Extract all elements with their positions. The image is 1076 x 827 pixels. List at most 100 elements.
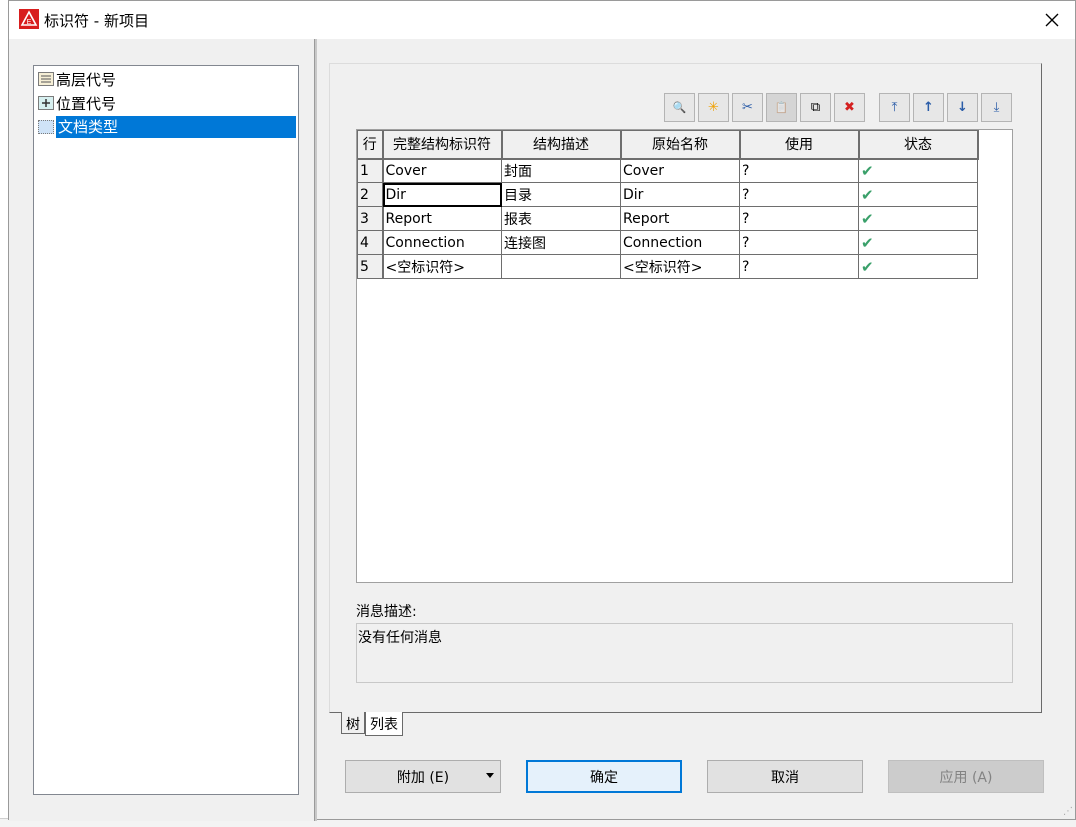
tree-item-high-level[interactable]: 高层代号 [38,68,116,90]
table-row[interactable]: 4 Connection 连接图 Connection ? ✔ [357,230,978,255]
row-number[interactable]: 4 [357,230,384,255]
table-row[interactable]: 5 <空标识符> <空标识符> ? ✔ [357,254,978,279]
message-label: 消息描述: [356,604,417,620]
cut-button[interactable]: ✂ [732,93,763,122]
ok-button[interactable]: 确定 [526,760,682,793]
arrow-bottom-icon: ⤓ [993,100,1000,115]
close-button[interactable] [1029,1,1075,39]
cell-original-name[interactable]: Report [620,206,740,231]
delete-button[interactable]: ✖ [834,93,865,122]
copy-icon: ⧉ [810,100,821,115]
apply-button[interactable]: 应用 (A) [888,760,1044,793]
checkmark-icon: ✔ [861,161,874,180]
title-bar[interactable]: E 标识符 - 新项目 [9,1,1075,39]
window-title: 标识符 - 新项目 [44,12,149,30]
move-down-button[interactable]: ↓ [947,93,978,122]
add-button-label: 附加 (E) [396,769,450,786]
cell-original-name[interactable]: <空标识符> [620,254,740,279]
tree-item-label: 文档类型 [56,116,296,138]
ok-button-label: 确定 [590,769,618,786]
tree-item-document-type[interactable]: 文档类型 [38,116,296,138]
move-toolbar: ⤒ ↑ ↓ ⤓ [879,93,1012,123]
checkmark-icon: ✔ [861,233,874,252]
new-button[interactable]: ✳ [698,93,729,122]
cell-use[interactable]: ? [739,206,859,231]
close-icon [1045,13,1059,27]
row-number[interactable]: 3 [357,206,384,231]
column-header-row[interactable]: 行 [357,130,384,160]
find-button[interactable]: 🔍 [664,93,695,122]
cell-description[interactable]: 目录 [501,182,621,207]
cancel-button[interactable]: 取消 [707,760,863,793]
cell-original-name[interactable]: Cover [620,158,740,183]
cell-full-id[interactable]: <空标识符> [382,254,502,279]
cell-description[interactable] [501,254,621,279]
tree-item-label: 高层代号 [56,70,117,89]
cell-description[interactable]: 封面 [501,158,621,183]
cell-description[interactable]: 报表 [501,206,621,231]
move-top-button[interactable]: ⤒ [879,93,910,122]
paste-icon: 📋 [774,101,789,114]
cell-full-id[interactable]: Report [382,206,502,231]
column-header-full-id[interactable]: 完整结构标识符 [382,130,503,160]
left-pane: 高层代号 位置代号 文档类型 [9,39,314,821]
cell-original-name[interactable]: Connection [620,230,740,255]
view-tabs: 树 列表 [341,712,403,736]
cell-use[interactable]: ? [739,230,859,255]
identifier-dialog: E 标识符 - 新项目 高层代号 位置代号 文档类型 🔍 ✳ ✂ 📋 ⧉ ✖ ⤒… [8,0,1076,821]
identifier-table[interactable]: 行 完整结构标识符 结构描述 原始名称 使用 状态 1 Cover 封面 Cov… [356,129,1013,583]
cell-full-id[interactable]: Dir [382,182,502,207]
svg-text:E: E [27,19,32,26]
tab-list[interactable]: 列表 [365,712,403,736]
move-up-button[interactable]: ↑ [913,93,944,122]
resize-grip-icon[interactable]: ⋰ [1063,806,1073,817]
table: 行 完整结构标识符 结构描述 原始名称 使用 状态 1 Cover 封面 Cov… [357,130,979,279]
tree-view[interactable]: 高层代号 位置代号 文档类型 [33,65,299,795]
tab-tree[interactable]: 树 [341,712,365,734]
cell-use[interactable]: ? [739,254,859,279]
cell-description[interactable]: 连接图 [501,230,621,255]
table-header-row: 行 完整结构标识符 结构描述 原始名称 使用 状态 [357,130,979,160]
add-button[interactable]: 附加 (E) [345,760,501,793]
row-number[interactable]: 5 [357,254,384,279]
table-row[interactable]: 2 Dir 目录 Dir ? ✔ [357,182,978,207]
paste-button[interactable]: 📋 [766,93,797,122]
cell-full-id[interactable]: Cover [382,158,502,183]
message-box[interactable]: 没有任何消息 [356,623,1013,683]
table-row[interactable]: 1 Cover 封面 Cover ? ✔ [357,158,978,183]
cell-full-id[interactable]: Connection [382,230,502,255]
column-header-original-name[interactable]: 原始名称 [620,130,741,160]
dotted-box-icon [38,120,54,134]
binoculars-icon: 🔍 [672,101,687,114]
app-logo-icon: E [19,9,39,29]
tree-item-location[interactable]: 位置代号 [38,92,116,114]
new-star-icon: ✳ [708,100,719,115]
row-number[interactable]: 2 [357,182,384,207]
table-row[interactable]: 3 Report 报表 Report ? ✔ [357,206,978,231]
row-number[interactable]: 1 [357,158,384,183]
cell-status[interactable]: ✔ [858,206,978,231]
splitter[interactable] [314,39,317,821]
copy-button[interactable]: ⧉ [800,93,831,122]
cell-status[interactable]: ✔ [858,158,978,183]
arrow-down-icon: ↓ [957,100,968,115]
cell-status[interactable]: ✔ [858,182,978,207]
column-header-description[interactable]: 结构描述 [501,130,622,160]
column-header-use[interactable]: 使用 [739,130,860,160]
cell-status[interactable]: ✔ [858,230,978,255]
cell-use[interactable]: ? [739,182,859,207]
apply-button-label: 应用 (A) [939,769,993,786]
delete-icon: ✖ [844,100,855,115]
cell-original-name[interactable]: Dir [620,182,740,207]
plus-box-icon [38,96,54,110]
tree-item-label: 位置代号 [56,94,117,113]
cell-status[interactable]: ✔ [858,254,978,279]
edit-toolbar: 🔍 ✳ ✂ 📋 ⧉ ✖ [664,93,865,123]
checkmark-icon: ✔ [861,185,874,204]
move-bottom-button[interactable]: ⤓ [981,93,1012,122]
cell-use[interactable]: ? [739,158,859,183]
list-panel: 🔍 ✳ ✂ 📋 ⧉ ✖ ⤒ ↑ ↓ ⤓ 行 完整结构标识符 结构描述 原始名称 … [329,63,1042,713]
chevron-down-icon [486,773,494,778]
list-icon [38,72,54,86]
column-header-status[interactable]: 状态 [858,130,979,160]
